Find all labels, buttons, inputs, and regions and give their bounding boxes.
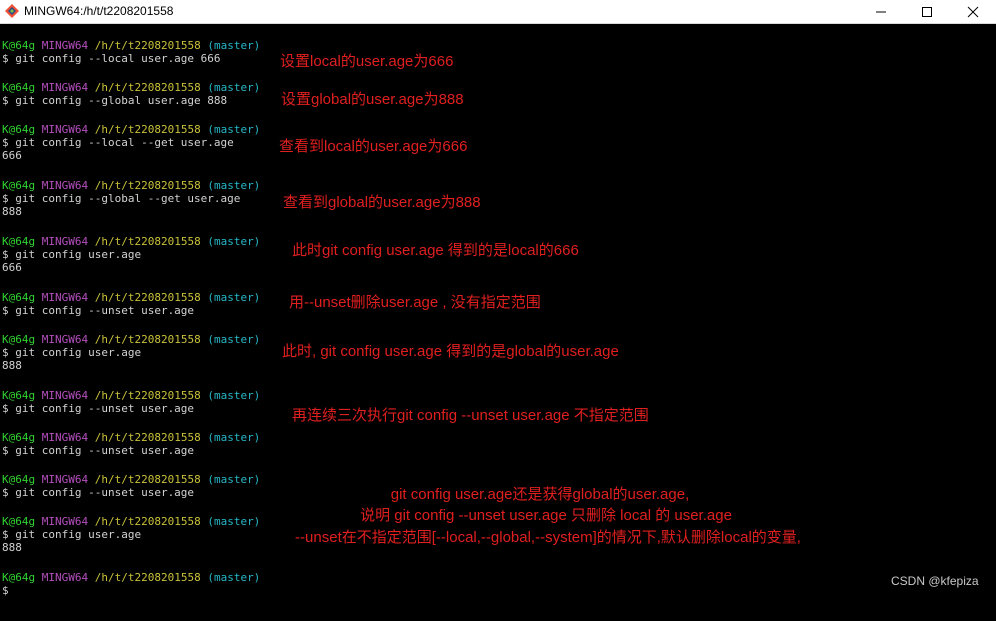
prompt-shell: MINGW64 [41, 39, 89, 52]
prompt-path: /h/t/t2208201558 [94, 39, 201, 52]
command-line: $ git config --local user.age 666 [2, 52, 221, 65]
prompt-branch: (master) [207, 39, 261, 52]
git-bash-icon [5, 4, 19, 18]
prompt-path: /h/t/t2208201558 [94, 571, 201, 584]
prompt-user: K@64g [2, 431, 36, 444]
command-line: $ git config --unset user.age [2, 402, 195, 415]
maximize-button[interactable] [904, 0, 950, 23]
command-line: $ git config --unset user.age [2, 486, 195, 499]
prompt-branch: (master) [207, 571, 261, 584]
prompt-branch: (master) [207, 389, 261, 402]
annotation-text: 此时, git config user.age 得到的是global的user.… [282, 343, 619, 360]
prompt-path: /h/t/t2208201558 [94, 123, 201, 136]
prompt-shell: MINGW64 [41, 333, 89, 346]
annotation-text: --unset在不指定范围[--local,--global,--system]… [295, 529, 801, 546]
prompt-path: /h/t/t2208201558 [94, 431, 201, 444]
prompt-branch: (master) [207, 515, 261, 528]
prompt-line: K@64g MINGW64 /h/t/t2208201558 (master) [2, 39, 260, 52]
command-line: $ git config --global --get user.age [2, 192, 241, 205]
prompt-user: K@64g [2, 81, 36, 94]
prompt-shell: MINGW64 [41, 389, 89, 402]
prompt-user: K@64g [2, 291, 36, 304]
command-line: $ git config user.age [2, 528, 142, 541]
prompt-user: K@64g [2, 39, 36, 52]
prompt-user: K@64g [2, 123, 36, 136]
prompt-line: K@64g MINGW64 /h/t/t2208201558 (master) [2, 333, 260, 346]
command-output: 888 [2, 359, 22, 372]
command-line: $ git config --local --get user.age [2, 136, 234, 149]
command-line: $ git config --unset user.age [2, 304, 195, 317]
close-button[interactable] [950, 0, 996, 23]
prompt-path: /h/t/t2208201558 [94, 515, 201, 528]
prompt-user: K@64g [2, 473, 36, 486]
prompt-path: /h/t/t2208201558 [94, 473, 201, 486]
prompt-branch: (master) [207, 473, 261, 486]
command-output: 666 [2, 261, 22, 274]
minimize-icon [876, 11, 886, 13]
annotation-text: 查看到local的user.age为666 [279, 138, 468, 155]
minimize-button[interactable] [858, 0, 904, 23]
command-line: $ git config --global user.age 888 [2, 94, 228, 107]
prompt-user: K@64g [2, 389, 36, 402]
prompt-shell: MINGW64 [41, 81, 89, 94]
annotation-text: 说明 git config --unset user.age 只删除 local… [360, 507, 732, 524]
prompt-line: K@64g MINGW64 /h/t/t2208201558 (master) [2, 179, 260, 192]
prompt-shell: MINGW64 [41, 235, 89, 248]
annotation-text: 查看到global的user.age为888 [283, 194, 481, 211]
maximize-icon [922, 7, 932, 17]
title-bar: MINGW64:/h/t/t2208201558 [0, 0, 996, 24]
command-line: $ git config user.age [2, 248, 142, 261]
window-title: MINGW64:/h/t/t2208201558 [24, 4, 174, 18]
prompt-shell: MINGW64 [41, 123, 89, 136]
prompt-branch: (master) [207, 179, 261, 192]
annotation-text: 此时git config user.age 得到的是local的666 [292, 242, 579, 259]
command-output: 888 [2, 205, 22, 218]
prompt-shell: MINGW64 [41, 431, 89, 444]
prompt-shell: MINGW64 [41, 291, 89, 304]
prompt-user: K@64g [2, 515, 36, 528]
prompt-path: /h/t/t2208201558 [94, 291, 201, 304]
annotation-text: 再连续三次执行git config --unset user.age 不指定范围 [292, 407, 649, 424]
close-icon [967, 6, 979, 18]
prompt-line: K@64g MINGW64 /h/t/t2208201558 (master) [2, 431, 260, 444]
prompt-line: K@64g MINGW64 /h/t/t2208201558 (master) [2, 235, 260, 248]
prompt-path: /h/t/t2208201558 [94, 235, 201, 248]
prompt-branch: (master) [207, 431, 261, 444]
prompt-line: K@64g MINGW64 /h/t/t2208201558 (master) [2, 473, 260, 486]
prompt-branch: (master) [207, 333, 261, 346]
prompt-shell: MINGW64 [41, 473, 89, 486]
prompt-line: K@64g MINGW64 /h/t/t2208201558 (master) [2, 81, 260, 94]
prompt-line: K@64g MINGW64 /h/t/t2208201558 (master) [2, 291, 260, 304]
annotation-text: 设置local的user.age为666 [280, 53, 454, 70]
prompt-user: K@64g [2, 571, 36, 584]
watermark: CSDN @kfepiza [891, 574, 979, 588]
prompt-path: /h/t/t2208201558 [94, 333, 201, 346]
prompt-branch: (master) [207, 291, 261, 304]
prompt-line: K@64g MINGW64 /h/t/t2208201558 (master) [2, 571, 260, 584]
prompt-shell: MINGW64 [41, 571, 89, 584]
command-prompt-cursor: $ [2, 584, 9, 597]
prompt-branch: (master) [207, 123, 261, 136]
prompt-path: /h/t/t2208201558 [94, 389, 201, 402]
annotation-text: git config user.age还是获得global的user.age, [390, 486, 690, 503]
prompt-user: K@64g [2, 235, 36, 248]
command-output: 888 [2, 541, 22, 554]
annotation-text: 设置global的user.age为888 [281, 91, 464, 108]
prompt-branch: (master) [207, 235, 261, 248]
prompt-line: K@64g MINGW64 /h/t/t2208201558 (master) [2, 389, 260, 402]
prompt-user: K@64g [2, 179, 36, 192]
prompt-user: K@64g [2, 333, 36, 346]
annotation-text: 用--unset删除user.age , 没有指定范围 [289, 294, 541, 311]
prompt-path: /h/t/t2208201558 [94, 81, 201, 94]
prompt-branch: (master) [207, 81, 261, 94]
prompt-shell: MINGW64 [41, 179, 89, 192]
command-output: 666 [2, 149, 22, 162]
prompt-path: /h/t/t2208201558 [94, 179, 201, 192]
prompt-line: K@64g MINGW64 /h/t/t2208201558 (master) [2, 123, 260, 136]
prompt-shell: MINGW64 [41, 515, 89, 528]
command-line: $ git config user.age [2, 346, 142, 359]
command-line: $ git config --unset user.age [2, 444, 195, 457]
prompt-line: K@64g MINGW64 /h/t/t2208201558 (master) [2, 515, 260, 528]
